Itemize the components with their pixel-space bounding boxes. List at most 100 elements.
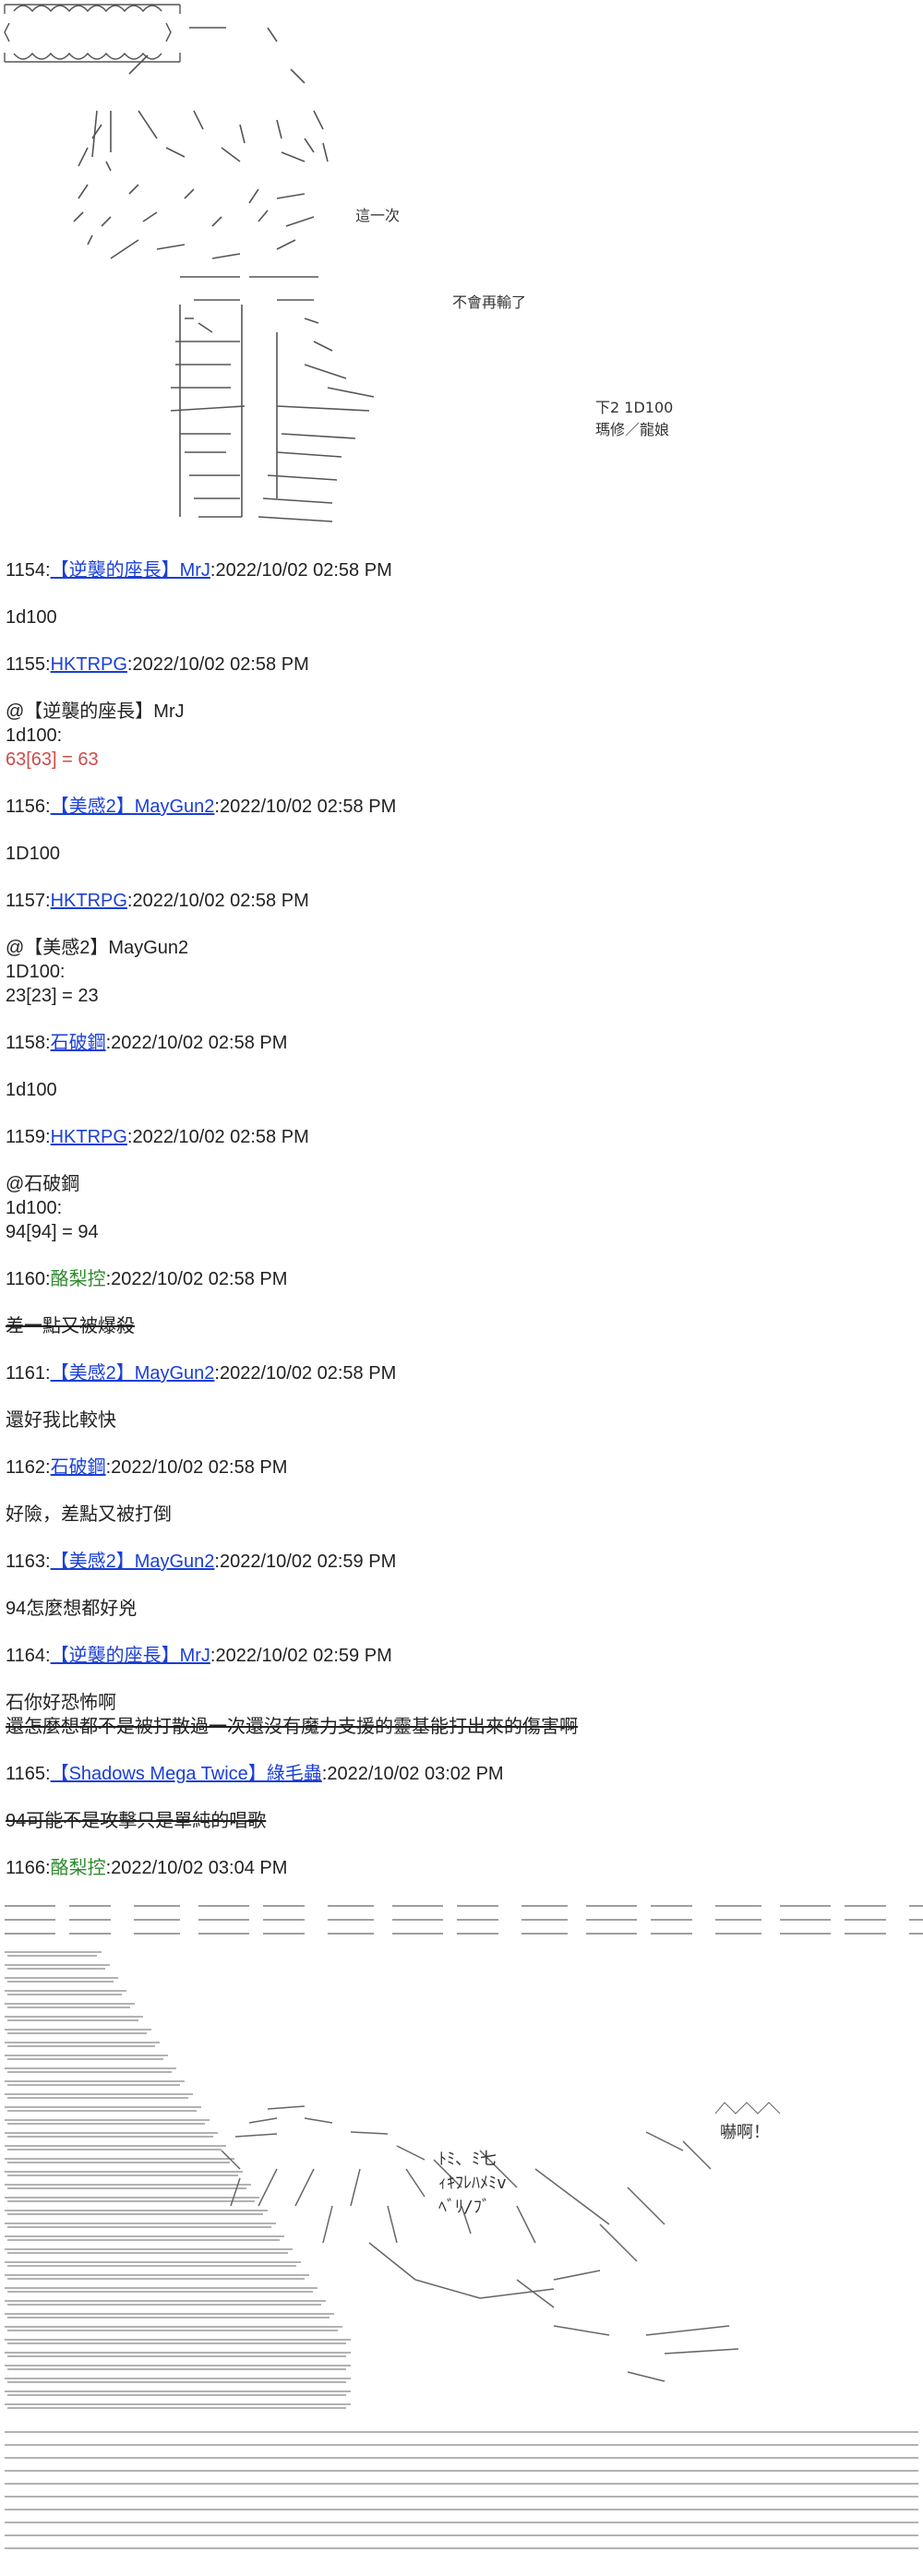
top-art-strokes [73, 27, 375, 522]
bottom-ascii-art [0, 1892, 923, 2576]
sfx-line1: ﾄﾐ、ﾐ七 [438, 2150, 497, 2169]
post-body: 1d100 [6, 605, 910, 629]
post: 1164:【逆襲的座長】MrJ:2022/10/02 02:59 PM 石你好恐怖… [6, 1644, 910, 1739]
post-timestamp: :2022/10/02 02:59 PM [214, 1552, 397, 1572]
roll-box-frame [4, 4, 181, 63]
post-body-line: 還好我比較快 [6, 1410, 116, 1431]
post-number: 1160: [6, 1269, 51, 1289]
post-header: 1160:酪梨控:2022/10/02 02:58 PM [6, 1267, 910, 1291]
post-author-link[interactable]: 【逆襲的座長】MrJ [51, 560, 210, 581]
post-body-line: 1D100: [6, 962, 66, 982]
post-body-strikethrough: 差一點又被爆殺 [6, 1316, 135, 1336]
post-body-line: 1d100 [6, 607, 57, 628]
art-stroke [258, 2168, 278, 2207]
art-stroke [396, 2145, 426, 2161]
sfx-line3: ﾍﾞﾘ/ﾌﾞ [438, 2198, 490, 2217]
post-header: 1163:【美感2】MayGun2:2022/10/02 02:59 PM [6, 1550, 910, 1574]
post-number: 1162: [6, 1457, 51, 1478]
post: 1162:石破鋼:2022/10/02 02:58 PM 好險，差點又被打倒 [6, 1456, 910, 1527]
post-body-line: 1D100 [6, 844, 60, 864]
art-stroke [553, 2270, 601, 2281]
art-stroke [627, 2371, 665, 2382]
art-stroke [516, 2205, 536, 2244]
post-body: @石破鋼 1d100: 94[94] = 94 [6, 1172, 910, 1244]
post-number: 1165: [6, 1764, 51, 1784]
post-body: 好險，差點又被打倒 [6, 1503, 910, 1527]
art-stroke [234, 2133, 278, 2138]
post-timestamp: :2022/10/02 02:58 PM [126, 1127, 309, 1147]
post-author-link[interactable]: 石破鋼 [51, 1033, 106, 1053]
post-header: 1159:HKTRPG:2022/10/02 02:58 PM [6, 1125, 910, 1149]
post-timestamp: :2022/10/02 02:58 PM [126, 891, 309, 911]
post-number: 1156: [6, 797, 51, 817]
post-body-line: 1d100: [6, 725, 63, 746]
art-stroke [248, 2117, 278, 2124]
art-stroke [304, 2117, 333, 2124]
post-body-line: 1d100: [6, 1198, 63, 1218]
post-body: 94怎麼想都好兇 [6, 1597, 910, 1621]
post-author-link[interactable]: 【逆襲的座長】MrJ [51, 1646, 210, 1666]
sfx-line2: ｨｷﾌﾚﾊﾒﾐv [438, 2174, 507, 2193]
post-body-line: 1d100 [6, 1080, 57, 1100]
post-number: 1161: [6, 1363, 51, 1384]
post-body-strikethrough: 94可能不是攻擊只是單純的唱歌 [6, 1811, 267, 1831]
post-number: 1155: [6, 654, 51, 675]
shock-text: 嚇啊！ [720, 2123, 770, 2142]
post-author-link[interactable]: 【美感2】MayGun2 [51, 1363, 215, 1384]
art-stroke [322, 2205, 333, 2244]
art-stroke [368, 2242, 416, 2281]
art-stroke [267, 2105, 306, 2110]
post-header: 1166:酪梨控:2022/10/02 03:04 PM [6, 1856, 910, 1880]
post-body: 94可能不是攻擊只是單純的唱歌 [6, 1809, 910, 1833]
post: 1154:【逆襲的座長】MrJ:2022/10/02 02:58 PM 1d100 [6, 558, 910, 629]
roll-box-line1: 下2 1D100 [595, 399, 674, 416]
post-number: 1154: [6, 560, 51, 581]
art-stroke [645, 2131, 684, 2151]
post-author-link[interactable]: 【Shadows Mega Twice】綠毛蟲 [51, 1764, 322, 1784]
post-number: 1163: [6, 1552, 51, 1572]
art-stroke [627, 2187, 665, 2225]
post-author-link[interactable]: 【美感2】MayGun2 [51, 1552, 215, 1572]
post-author-link: 酪梨控 [50, 1269, 106, 1289]
post-body: 差一點又被爆殺 [6, 1314, 910, 1338]
post-timestamp: :2022/10/02 03:02 PM [321, 1764, 504, 1784]
post-header: 1164:【逆襲的座長】MrJ:2022/10/02 02:59 PM [6, 1644, 910, 1668]
post-author-link[interactable]: HKTRPG [51, 654, 127, 675]
post: 1161:【美感2】MayGun2:2022/10/02 02:58 PM 還好我… [6, 1361, 910, 1432]
post-timestamp: :2022/10/02 02:58 PM [126, 654, 309, 675]
post-timestamp: :2022/10/02 02:58 PM [105, 1457, 288, 1478]
post-timestamp: :2022/10/02 02:58 PM [214, 797, 397, 817]
post-body: @【美感2】MayGun2 1D100: 23[23] = 23 [6, 936, 910, 1008]
post-timestamp: :2022/10/02 02:58 PM [210, 560, 392, 581]
post: 1156:【美感2】MayGun2:2022/10/02 02:58 PM 1D1… [6, 795, 910, 866]
art-stroke [553, 2325, 610, 2336]
post: 1157:HKTRPG:2022/10/02 02:58 PM @【美感2】May… [6, 889, 910, 1008]
art-stroke [682, 2140, 712, 2170]
post-timestamp: :2022/10/02 02:58 PM [105, 1269, 288, 1289]
post-author-link[interactable]: 【美感2】MayGun2 [51, 797, 215, 817]
post-body-line: @石破鋼 [6, 1174, 80, 1194]
post-author-link[interactable]: HKTRPG [51, 1127, 127, 1147]
post-body-line: 石你好恐怖啊 [6, 1693, 116, 1713]
bubble-text: 不會再輸了 [452, 294, 527, 311]
art-stroke [534, 2168, 573, 2198]
post-author-link[interactable]: 石破鋼 [51, 1457, 106, 1478]
post-header: 1165:【Shadows Mega Twice】綠毛蟲:2022/10/02 … [6, 1762, 910, 1786]
post-header: 1162:石破鋼:2022/10/02 02:58 PM [6, 1456, 910, 1480]
art-stroke [350, 2168, 361, 2207]
post-body-line: 94怎麼想都好兇 [6, 1599, 138, 1619]
post-author-link[interactable]: HKTRPG [51, 891, 127, 911]
post-header: 1156:【美感2】MayGun2:2022/10/02 02:58 PM [6, 795, 910, 819]
post-timestamp: :2022/10/02 02:58 PM [105, 1033, 288, 1053]
dice-result: 94[94] = 94 [6, 1222, 99, 1242]
post-number: 1158: [6, 1033, 51, 1053]
art-stroke [599, 2223, 638, 2262]
post-body-line: 好險，差點又被打倒 [6, 1504, 172, 1525]
post: 1160:酪梨控:2022/10/02 02:58 PM 差一點又被爆殺 [6, 1267, 910, 1338]
shock-bubble [714, 2102, 781, 2115]
post: 1158:石破鋼:2022/10/02 02:58 PM 1d100 [6, 1031, 910, 1102]
art-stroke [571, 2196, 610, 2225]
post-number: 1166: [6, 1858, 51, 1878]
art-stroke [294, 2168, 315, 2207]
post-number: 1157: [6, 891, 51, 911]
